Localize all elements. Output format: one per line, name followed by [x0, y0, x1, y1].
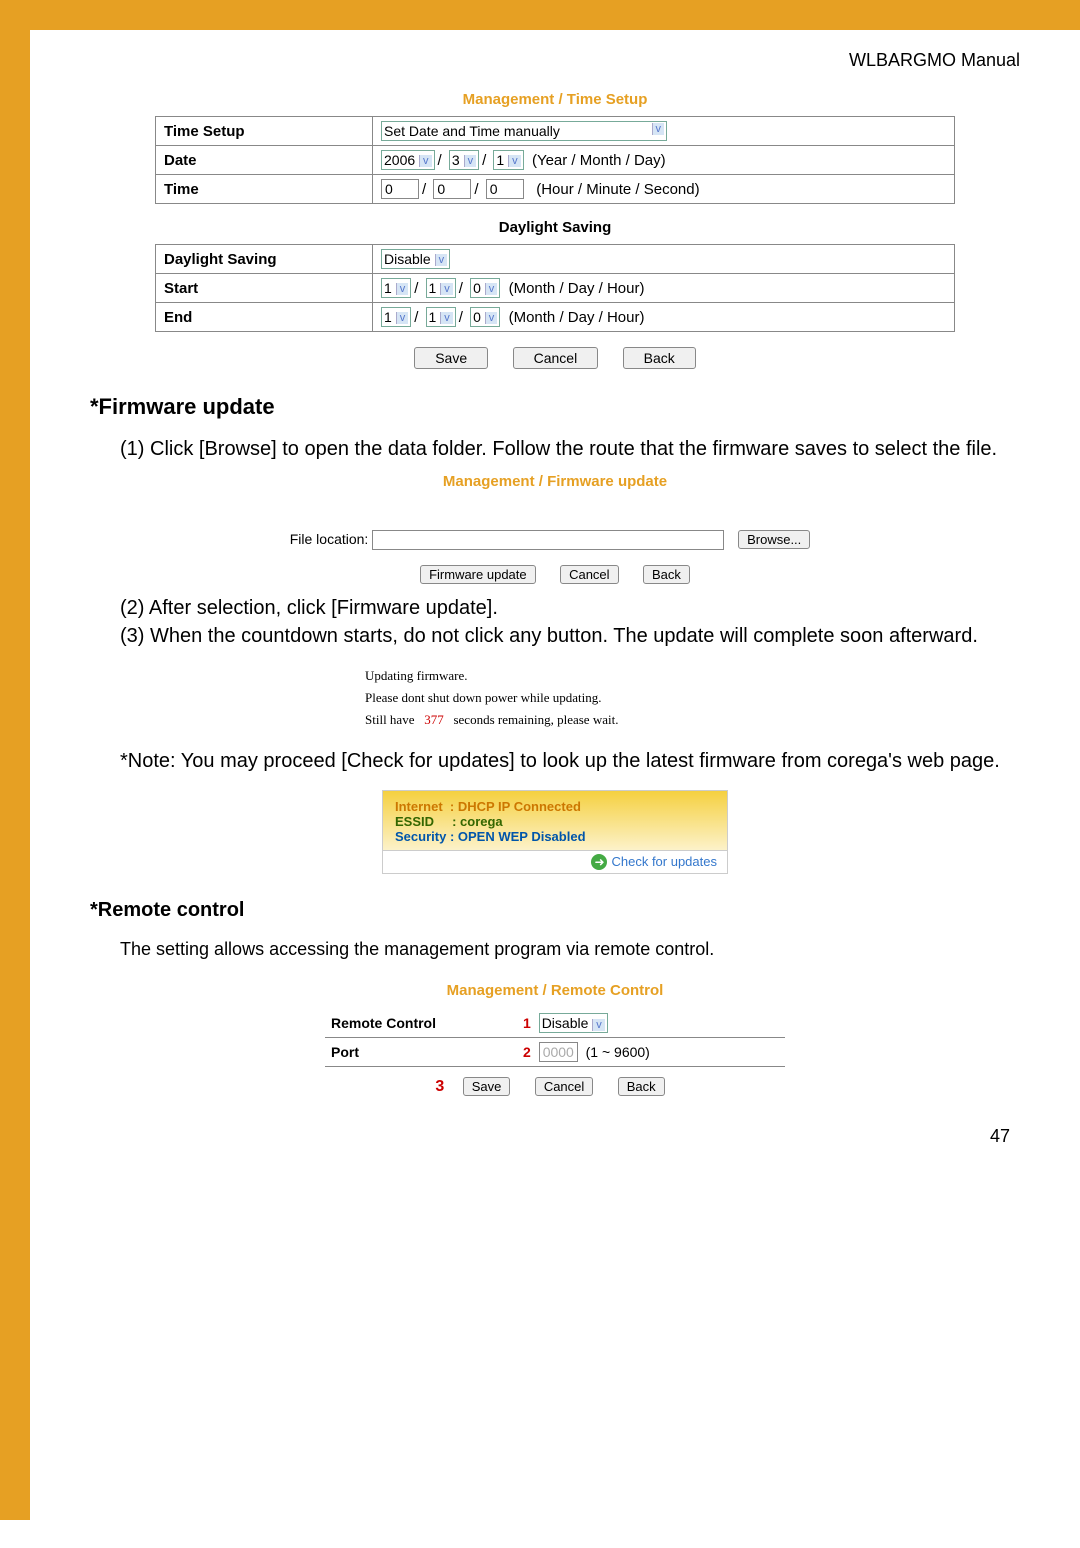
daylight-title: Daylight Saving: [90, 219, 1020, 236]
chevron-down-icon: v: [440, 312, 453, 324]
day-select[interactable]: 1 v: [493, 150, 523, 170]
remote-heading: *Remote control: [90, 899, 1020, 922]
page-content: WLBARGMO Manual Management / Time Setup …: [60, 30, 1080, 1167]
second-input[interactable]: 0: [486, 179, 524, 199]
chevron-down-icon: v: [485, 312, 498, 324]
time-setup-select[interactable]: Set Date and Time manually v: [381, 121, 667, 141]
countdown-seconds: 377: [424, 712, 444, 727]
updating-message: Updating firmware. Please dont shut down…: [365, 665, 745, 731]
status-panel: Internet : DHCP IP Connected ESSID : cor…: [382, 790, 728, 875]
ds-select[interactable]: Disable v: [381, 249, 450, 269]
refresh-icon: ➜: [591, 854, 607, 870]
start-month[interactable]: 1 v: [381, 278, 411, 298]
daylight-table: Daylight Saving Disable v Start 1 v/ 1 v…: [155, 244, 955, 332]
start-label: Start: [156, 274, 373, 303]
start-day[interactable]: 1 v: [426, 278, 456, 298]
chevron-down-icon: v: [652, 123, 665, 135]
chevron-down-icon: v: [464, 155, 477, 167]
end-hour[interactable]: 0 v: [470, 307, 500, 327]
file-location-input[interactable]: [372, 530, 724, 550]
save-button[interactable]: Save: [414, 347, 488, 369]
top-border: [0, 0, 1080, 30]
port-label: Port: [325, 1038, 517, 1067]
end-month[interactable]: 1 v: [381, 307, 411, 327]
marker-3: 3: [435, 1078, 444, 1095]
date-hint: (Year / Month / Day): [532, 152, 666, 169]
end-label: End: [156, 303, 373, 332]
timesetup-buttons: Save Cancel Back: [90, 347, 1020, 369]
chevron-down-icon: v: [435, 254, 448, 266]
marker-1: 1: [523, 1015, 531, 1031]
check-updates-link[interactable]: ➜Check for updates: [383, 850, 727, 874]
chevron-down-icon: v: [508, 155, 521, 167]
chevron-down-icon: v: [396, 312, 409, 324]
remote-desc: The setting allows accessing the managem…: [120, 937, 1020, 962]
month-select[interactable]: 3 v: [449, 150, 479, 170]
date-cell: 2006 v/ 3 v/ 1 v (Year / Month / Day): [373, 146, 955, 175]
firmware-update-button[interactable]: Firmware update: [420, 565, 536, 584]
remote-buttons: 3 Save Cancel Back: [90, 1077, 1020, 1096]
year-select[interactable]: 2006 v: [381, 150, 435, 170]
date-label: Date: [156, 146, 373, 175]
firmware-note: *Note: You may proceed [Check for update…: [120, 747, 1020, 775]
end-day[interactable]: 1 v: [426, 307, 456, 327]
marker-2: 2: [523, 1044, 531, 1060]
firmware-panel: Management / Firmware update File locati…: [255, 473, 855, 584]
firmware-step2: (2) After selection, click [Firmware upd…: [120, 594, 1020, 622]
minute-input[interactable]: 0: [433, 179, 471, 199]
rc-save-button[interactable]: Save: [463, 1077, 511, 1096]
breadcrumb-remote: Management / Remote Control: [90, 982, 1020, 999]
remote-table: Remote Control 1 Disable v Port 2 0000 (…: [325, 1009, 785, 1067]
firmware-heading: *Firmware update: [90, 394, 1020, 420]
page-number: 47: [90, 1126, 1020, 1147]
fw-cancel-button[interactable]: Cancel: [560, 565, 618, 584]
chevron-down-icon: v: [419, 155, 432, 167]
chevron-down-icon: v: [396, 283, 409, 295]
rc-back-button[interactable]: Back: [618, 1077, 665, 1096]
manual-title: WLBARGMO Manual: [90, 50, 1020, 71]
chevron-down-icon: v: [485, 283, 498, 295]
time-setup-table: Time Setup Set Date and Time manually v …: [155, 116, 955, 204]
port-input[interactable]: 0000: [539, 1042, 578, 1062]
start-hour[interactable]: 0 v: [470, 278, 500, 298]
rc-select[interactable]: Disable v: [539, 1013, 608, 1033]
time-setup-cell: Set Date and Time manually v: [373, 117, 955, 146]
time-cell: 0/ 0/ 0 (Hour / Minute / Second): [373, 175, 955, 204]
browse-button[interactable]: Browse...: [738, 530, 810, 549]
chevron-down-icon: v: [440, 283, 453, 295]
hour-input[interactable]: 0: [381, 179, 419, 199]
breadcrumb-firmware: Management / Firmware update: [255, 473, 855, 490]
ds-label: Daylight Saving: [156, 245, 373, 274]
firmware-step3: (3) When the countdown starts, do not cl…: [120, 622, 1020, 650]
firmware-step1: (1) Click [Browse] to open the data fold…: [120, 435, 1020, 463]
time-label: Time: [156, 175, 373, 204]
file-location-label: File location:: [290, 531, 369, 547]
cancel-button[interactable]: Cancel: [513, 347, 599, 369]
time-hint: (Hour / Minute / Second): [536, 181, 699, 198]
fw-back-button[interactable]: Back: [643, 565, 690, 584]
time-setup-label: Time Setup: [156, 117, 373, 146]
rc-label: Remote Control: [325, 1009, 517, 1038]
back-button[interactable]: Back: [623, 347, 696, 369]
chevron-down-icon: v: [592, 1019, 605, 1031]
breadcrumb-time: Management / Time Setup: [90, 91, 1020, 108]
rc-cancel-button[interactable]: Cancel: [535, 1077, 593, 1096]
left-border: [0, 30, 30, 1520]
